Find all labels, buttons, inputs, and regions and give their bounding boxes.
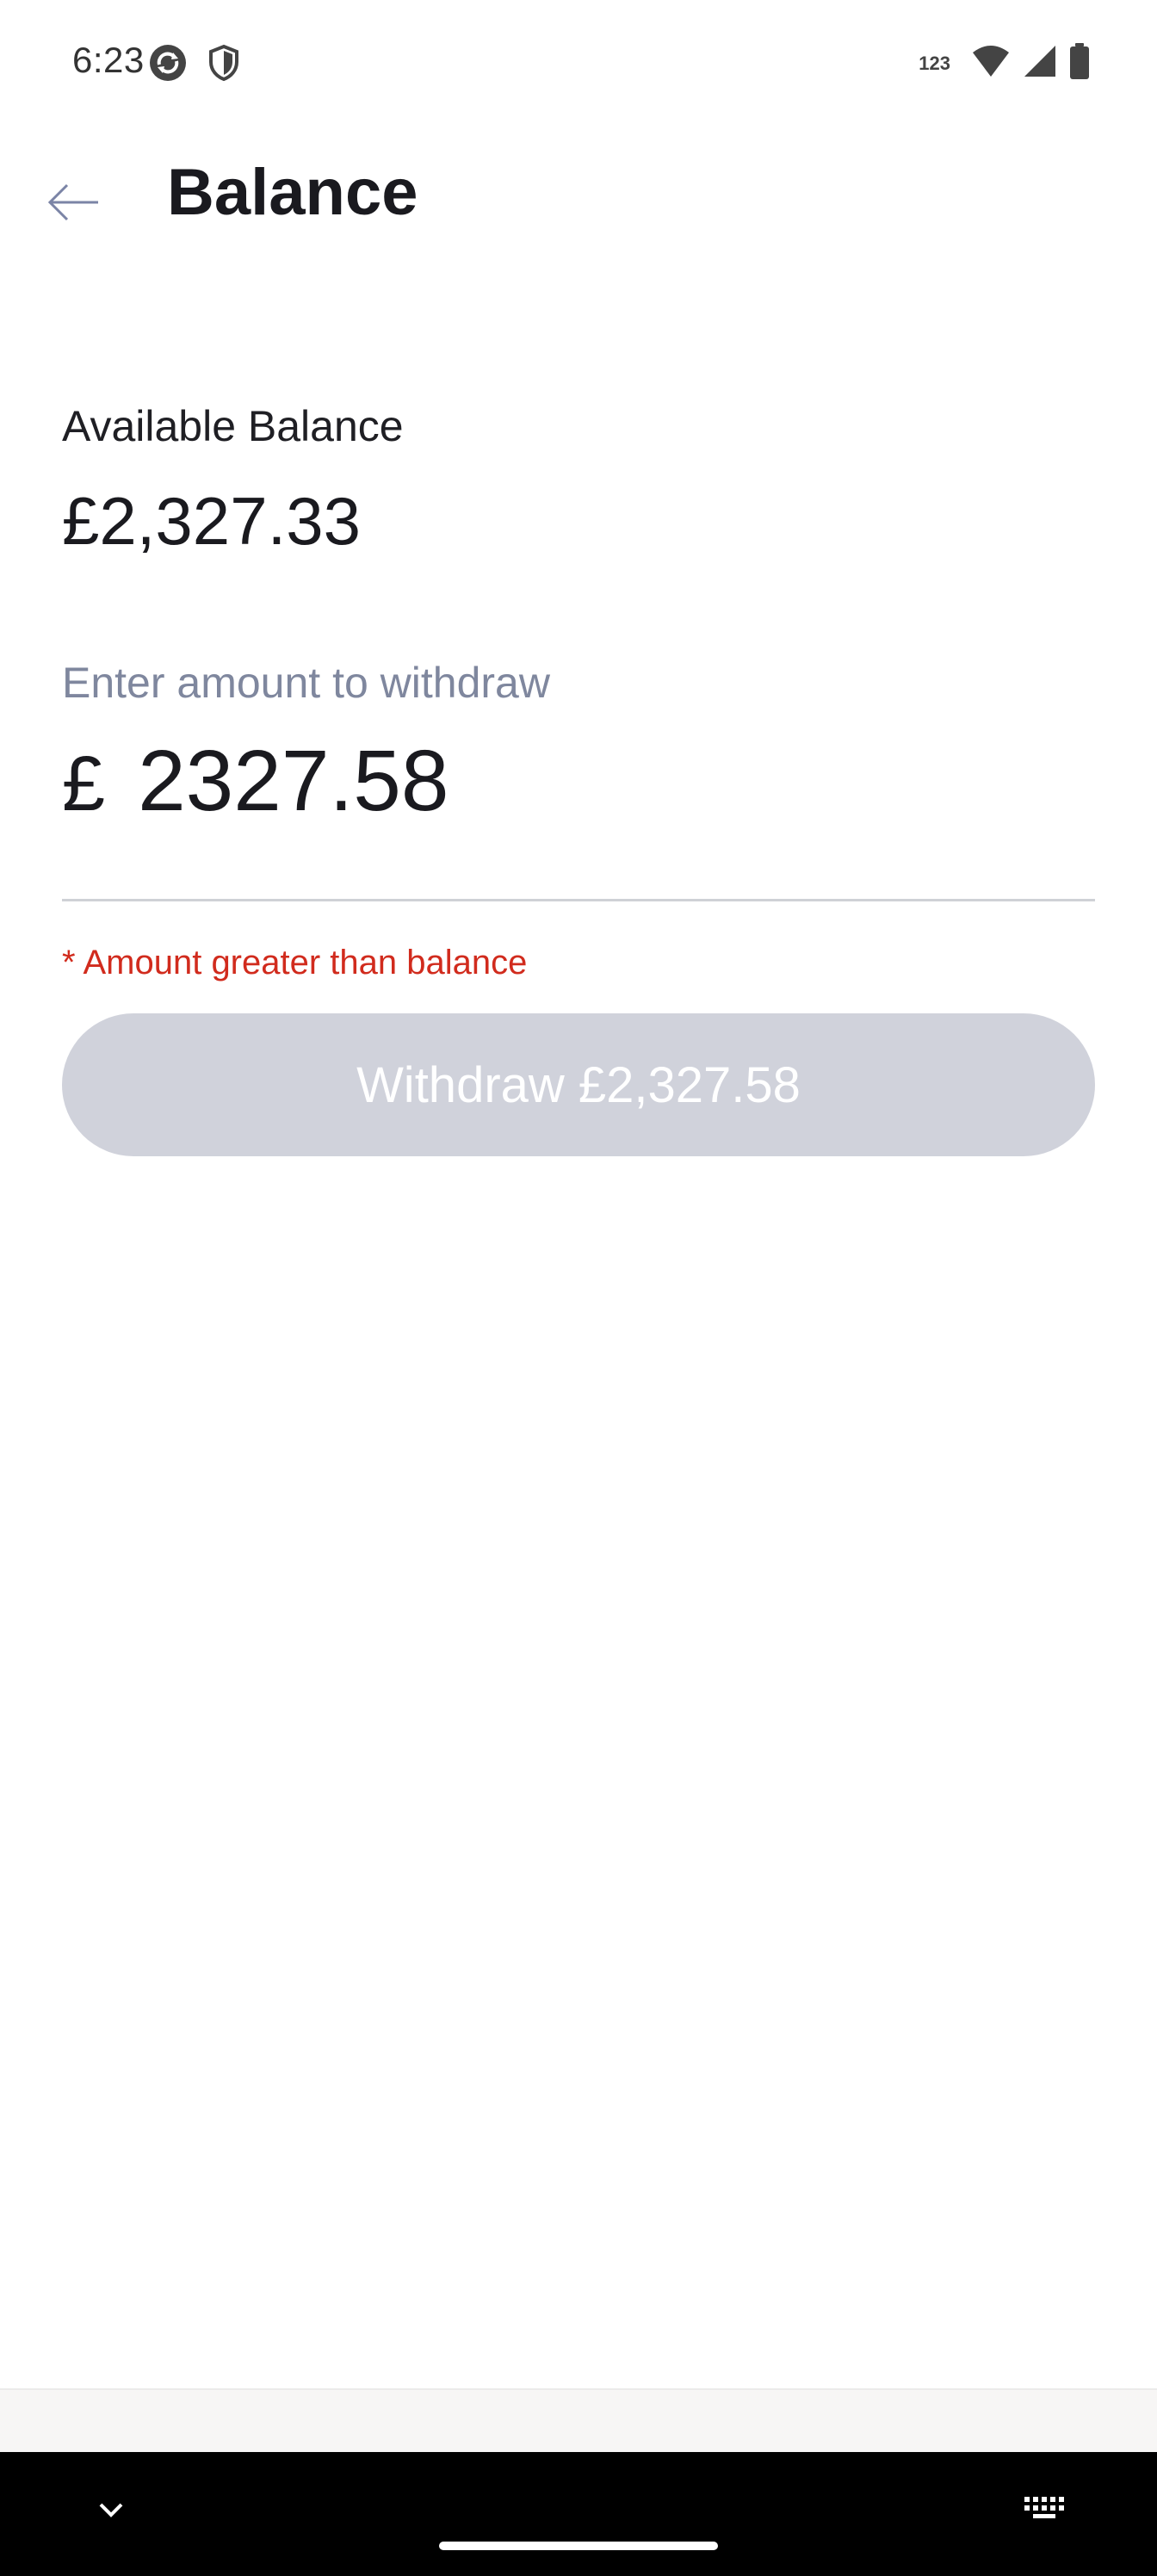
wifi-icon bbox=[971, 44, 1011, 83]
sync-icon bbox=[148, 43, 188, 87]
hide-keyboard-button[interactable] bbox=[90, 2490, 133, 2533]
amount-field-underline bbox=[62, 899, 1095, 901]
withdraw-amount-label: Enter amount to withdraw bbox=[62, 659, 550, 707]
app-bar: Balance bbox=[0, 129, 1157, 267]
available-balance-value: £2,327.33 bbox=[62, 483, 362, 559]
arrow-back-icon bbox=[46, 183, 100, 226]
home-indicator[interactable] bbox=[439, 2542, 718, 2550]
withdraw-button[interactable]: Withdraw £2,327.58 bbox=[62, 1013, 1095, 1156]
status-left-icons bbox=[148, 43, 241, 87]
status-time: 6:23 bbox=[72, 40, 145, 80]
currency-symbol: £ bbox=[62, 741, 106, 827]
status-bar: 6:23 123 bbox=[0, 0, 1157, 129]
status-right-icons: 123 bbox=[919, 43, 1090, 84]
chevron-down-icon bbox=[98, 2501, 124, 2523]
keyboard-icon bbox=[1023, 2495, 1067, 2525]
switch-keyboard-button[interactable] bbox=[1019, 2488, 1071, 2531]
withdraw-amount-input[interactable] bbox=[138, 732, 999, 831]
back-button[interactable] bbox=[34, 165, 112, 243]
keyboard-top-strip bbox=[0, 2388, 1157, 2454]
balance-screen: 6:23 123 Balance Available Balance £2,32… bbox=[0, 0, 1157, 2576]
battery-icon bbox=[1069, 43, 1090, 84]
page-title: Balance bbox=[167, 156, 418, 229]
withdraw-amount-field: £ bbox=[62, 732, 1095, 844]
amount-error-message: * Amount greater than balance bbox=[62, 944, 528, 981]
signal-icon bbox=[1023, 44, 1057, 83]
available-balance-label: Available Balance bbox=[62, 402, 404, 450]
navigation-bar bbox=[0, 2452, 1157, 2576]
shield-icon bbox=[207, 44, 241, 86]
network-type-label: 123 bbox=[919, 52, 950, 74]
